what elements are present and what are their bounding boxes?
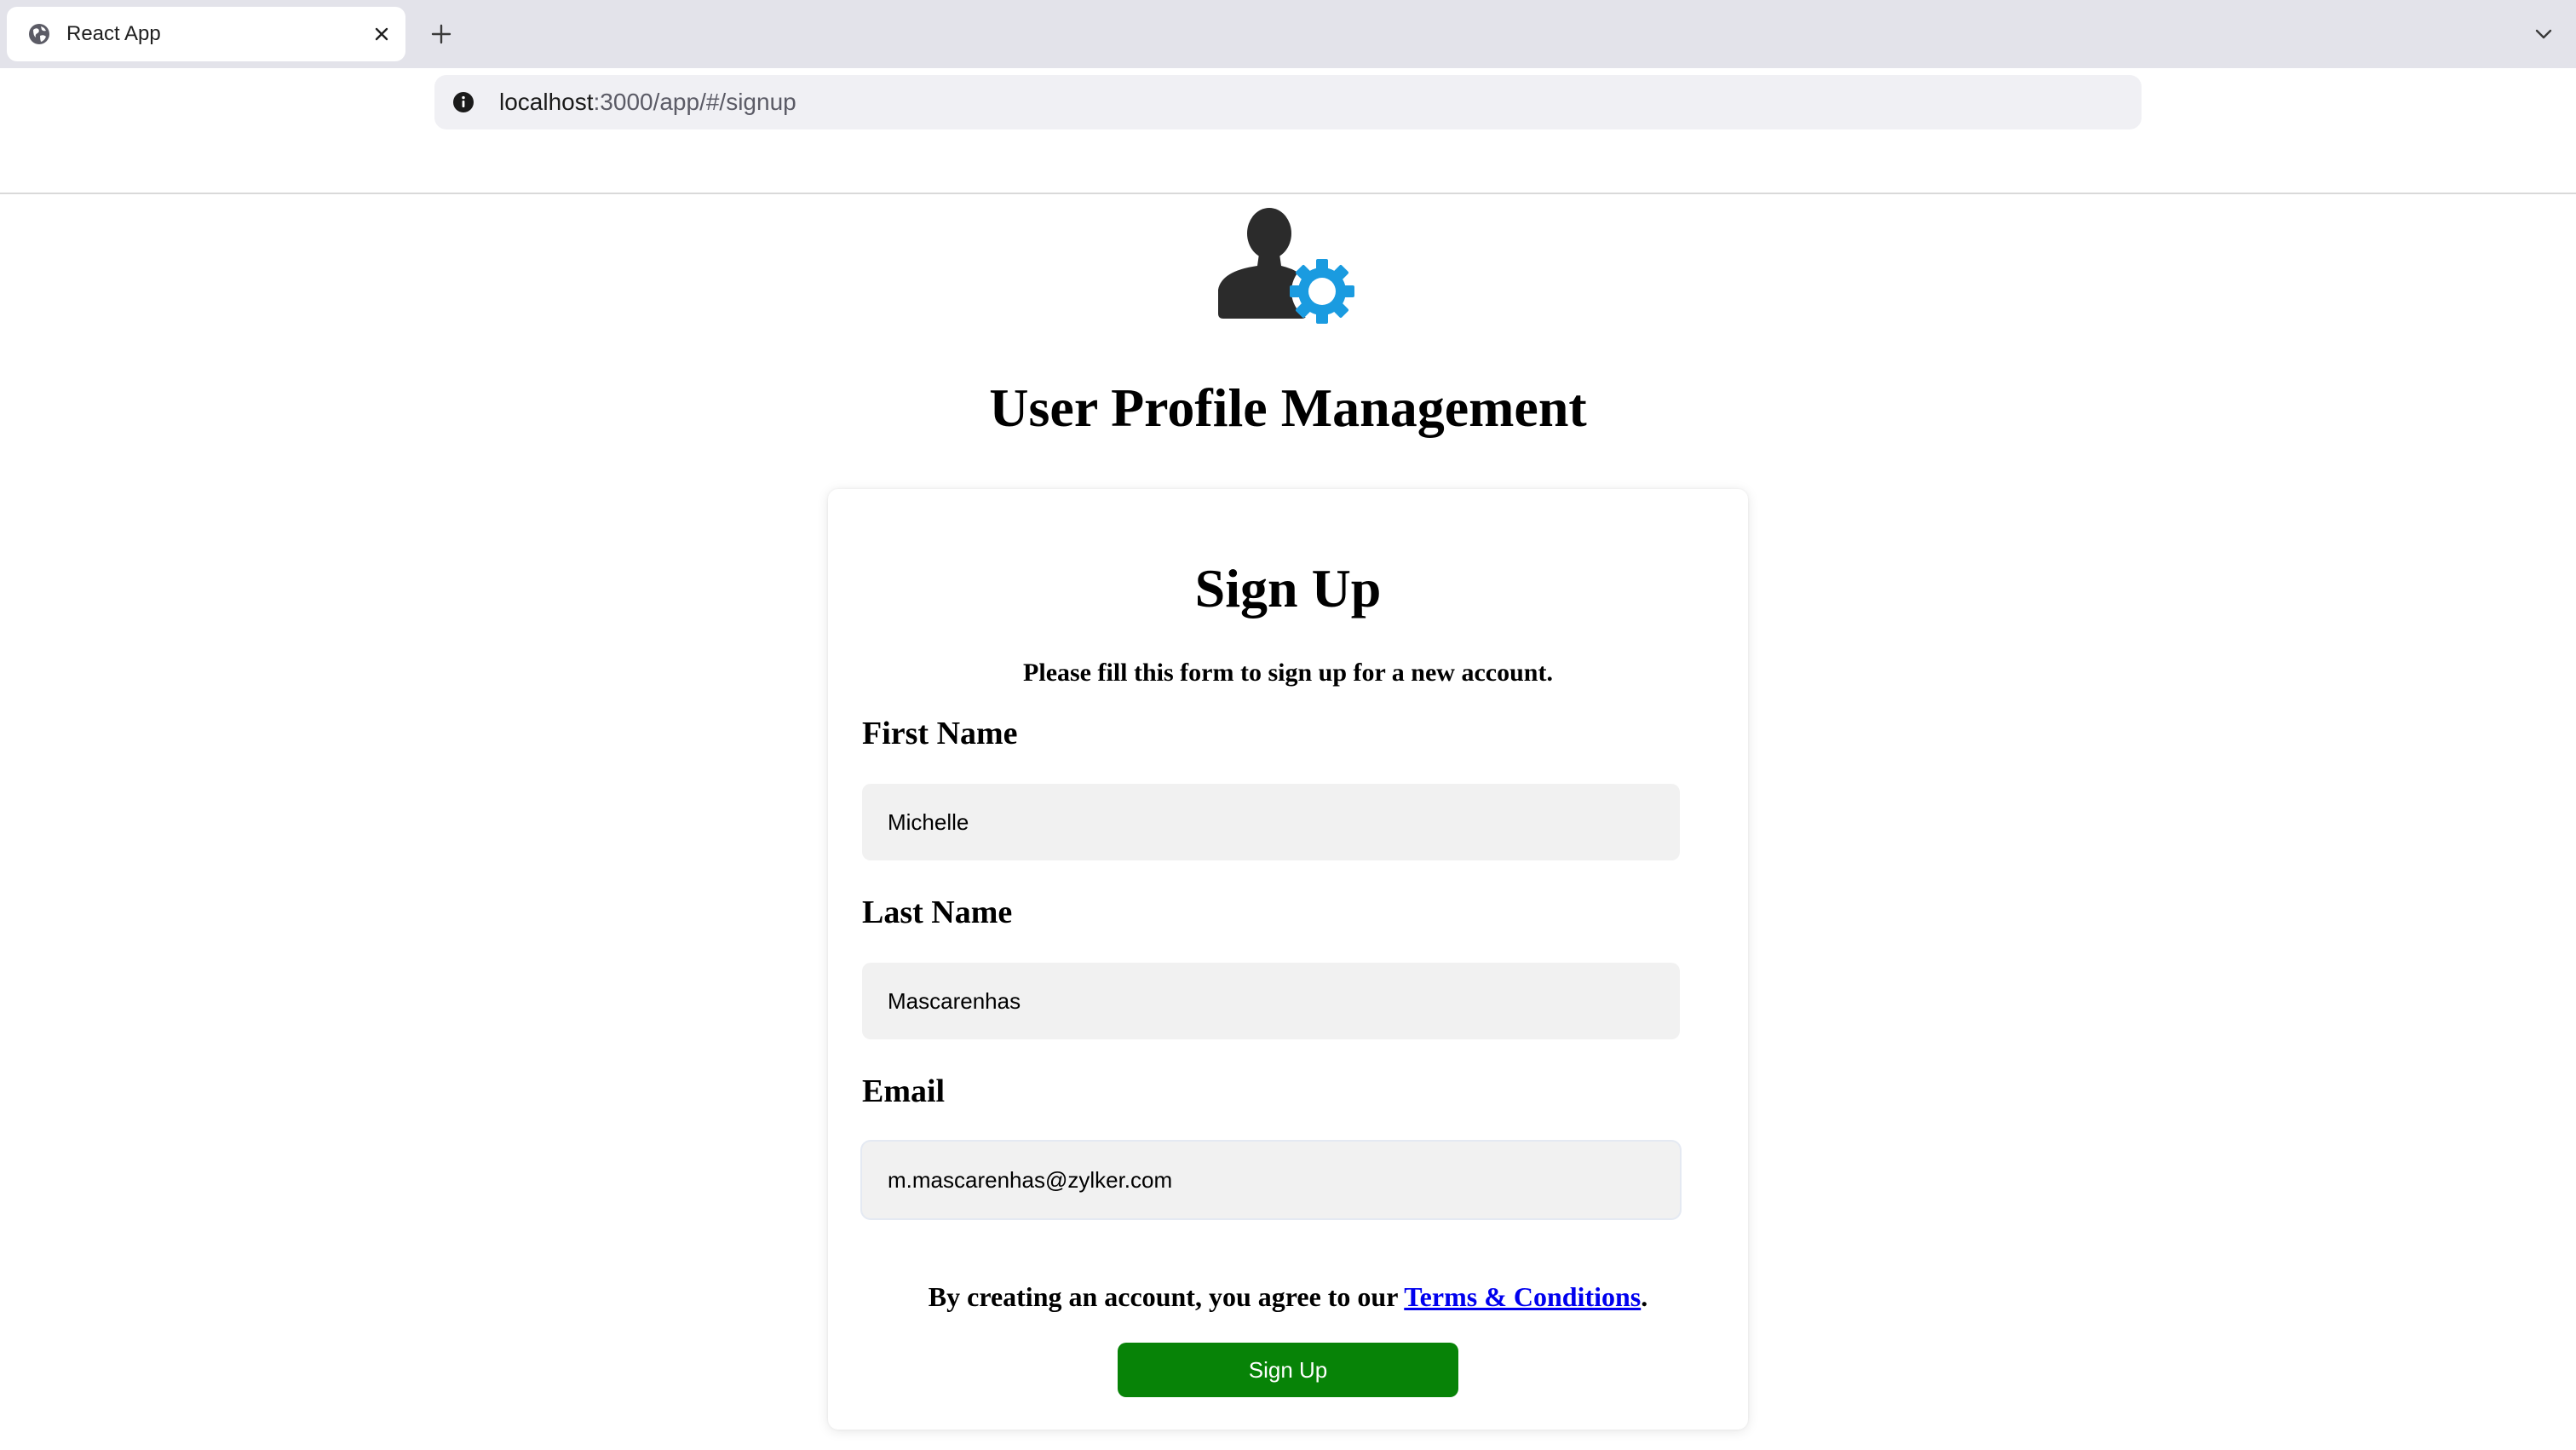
globe-icon xyxy=(29,24,49,44)
terms-prefix: By creating an account, you agree to our xyxy=(928,1281,1405,1312)
terms-link[interactable]: Terms & Conditions xyxy=(1404,1281,1641,1312)
address-bar[interactable]: localhost:3000/app/#/signup xyxy=(434,75,2142,129)
close-icon[interactable] xyxy=(368,20,395,48)
last-name-input[interactable] xyxy=(862,963,1680,1039)
signup-title: Sign Up xyxy=(1194,558,1382,619)
email-input[interactable] xyxy=(862,1142,1680,1218)
page-title: User Profile Management xyxy=(989,377,1587,438)
terms-text: By creating an account, you agree to our… xyxy=(828,1278,1748,1315)
user-gear-icon xyxy=(1218,208,1354,324)
info-icon[interactable] xyxy=(451,90,475,114)
browser-toolbar: localhost:3000/app/#/signup xyxy=(0,68,2576,194)
terms-suffix: . xyxy=(1641,1281,1648,1312)
browser-tab-bar: React App xyxy=(0,0,2576,68)
last-name-label: Last Name xyxy=(862,895,1013,930)
tab-title: React App xyxy=(66,22,161,45)
url-text: localhost:3000/app/#/signup xyxy=(499,75,796,129)
chevron-down-icon[interactable] xyxy=(2530,20,2557,48)
signup-card: Sign Up Please fill this form to sign up… xyxy=(828,489,1748,1430)
url-path: :3000/app/#/signup xyxy=(593,89,796,115)
plus-icon[interactable] xyxy=(426,19,457,49)
first-name-label: First Name xyxy=(862,716,1018,751)
browser-tab[interactable]: React App xyxy=(7,7,405,61)
signup-button[interactable]: Sign Up xyxy=(1118,1343,1458,1397)
url-host: localhost xyxy=(499,89,594,115)
first-name-input[interactable] xyxy=(862,784,1680,860)
signup-subtitle: Please fill this form to sign up for a n… xyxy=(1023,659,1553,687)
email-label: Email xyxy=(862,1073,946,1109)
